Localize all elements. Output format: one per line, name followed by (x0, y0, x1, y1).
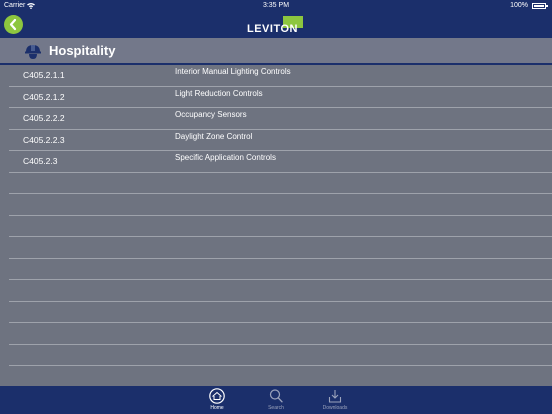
list-item-empty (9, 323, 552, 345)
item-code: C405.2.2.3 (23, 134, 65, 145)
tab-downloads-label: Downloads (322, 405, 348, 411)
list-item-empty (9, 259, 552, 280)
list-item[interactable]: C405.2.3 Specific Application Controls (9, 151, 552, 173)
list-item-empty (9, 194, 552, 216)
item-code: C405.2.1.2 (23, 91, 65, 102)
section-title: Hospitality (49, 43, 116, 58)
battery-percent: 100% (510, 2, 528, 9)
search-icon (267, 388, 285, 404)
item-name: Daylight Zone Control (175, 131, 253, 141)
tab-search[interactable]: Search (256, 386, 296, 414)
list-item-empty (9, 345, 552, 366)
section-header: Hospitality (0, 38, 552, 65)
list-item[interactable]: C405.2.2.3 Daylight Zone Control (9, 130, 552, 151)
hard-hat-icon (24, 43, 42, 60)
list-item[interactable]: C405.2.1.2 Light Reduction Controls (9, 87, 552, 108)
list-item[interactable]: C405.2.2.2 Occupancy Sensors (9, 108, 552, 130)
logo-text: LEVITON (247, 23, 298, 35)
status-bar: Carrier 3:35 PM 100% (0, 0, 552, 12)
leviton-logo: LEVITON (247, 16, 305, 36)
list-item-empty (9, 173, 552, 194)
nav-bar: LEVITON (0, 12, 552, 38)
item-name: Light Reduction Controls (175, 88, 263, 98)
battery-tip (546, 5, 548, 7)
tab-downloads[interactable]: Downloads (315, 386, 355, 414)
list-item-empty (9, 280, 552, 302)
code-list: C405.2.1.1 Interior Manual Lighting Cont… (0, 65, 552, 388)
item-name: Occupancy Sensors (175, 110, 247, 119)
back-button[interactable] (4, 15, 23, 34)
home-icon (208, 388, 226, 404)
clock: 3:35 PM (262, 2, 290, 9)
item-name: Specific Application Controls (175, 153, 276, 162)
item-name: Interior Manual Lighting Controls (175, 67, 291, 76)
tab-search-label: Search (268, 405, 284, 411)
battery-icon (532, 3, 546, 9)
item-code: C405.2.1.1 (23, 70, 65, 80)
list-item-empty (9, 366, 552, 388)
item-code: C405.2.2.2 (23, 113, 65, 123)
tab-bar: Home Search Downloads (0, 386, 552, 414)
list-item-empty (9, 216, 552, 237)
item-code: C405.2.3 (23, 156, 58, 166)
tab-home[interactable]: Home (197, 386, 237, 414)
list-item[interactable]: C405.2.1.1 Interior Manual Lighting Cont… (9, 65, 552, 87)
tab-home-label: Home (210, 405, 224, 411)
download-icon (326, 388, 344, 404)
list-item-empty (9, 237, 552, 259)
chevron-left-icon (9, 18, 17, 31)
list-item-empty (9, 302, 552, 323)
